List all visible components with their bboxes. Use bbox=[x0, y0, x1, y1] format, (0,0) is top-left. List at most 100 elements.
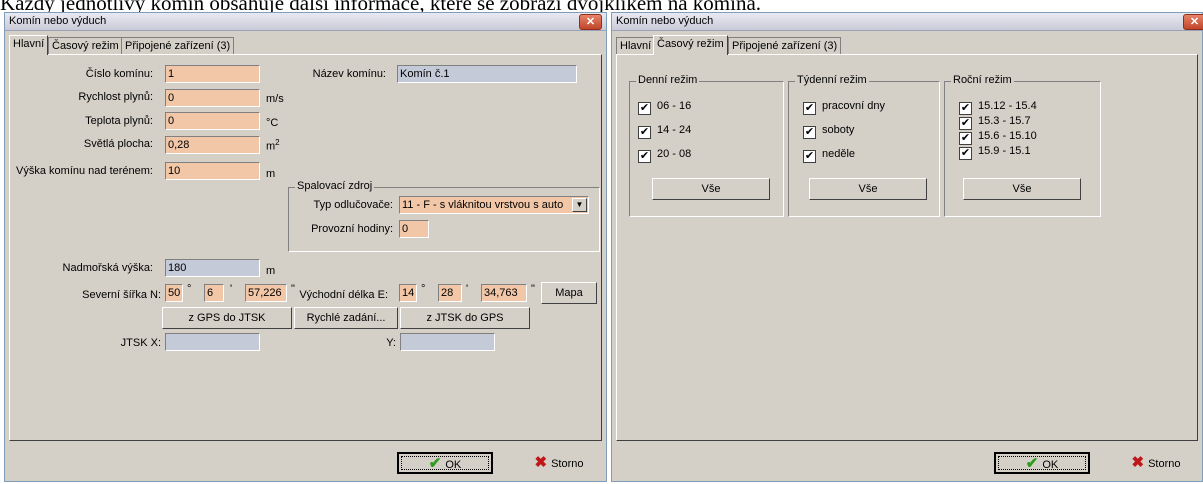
rocni-rezim-legend: Roční režim bbox=[951, 74, 1014, 86]
tydenni-vse-button[interactable]: Vše bbox=[809, 178, 927, 200]
vyska-kominu-input[interactable]: 10 bbox=[165, 162, 260, 180]
checkbox-checked-icon: ✔ bbox=[638, 102, 651, 115]
tydenni-checkbox-1[interactable]: ✔ pracovní dny bbox=[803, 100, 885, 115]
vychod-sec-input[interactable]: 34,763 bbox=[481, 284, 527, 302]
nazev-kominu-label: Název komínu: bbox=[312, 68, 386, 80]
vychod-min-input[interactable]: 28 bbox=[438, 284, 462, 302]
close-button[interactable]: ✕ bbox=[579, 14, 602, 30]
rychlost-plynu-input[interactable]: 0 bbox=[165, 89, 260, 107]
close-icon: ✕ bbox=[585, 16, 596, 28]
severni-sirka-label: Severní šířka N: bbox=[82, 289, 161, 301]
rocni-checkbox-1[interactable]: ✔ 15.12 - 15.4 bbox=[959, 100, 1037, 115]
denni-checkbox-3[interactable]: ✔ 20 - 08 bbox=[638, 148, 691, 163]
sec-symbol-2: " bbox=[531, 283, 535, 295]
tab-hlavni[interactable]: Hlavní bbox=[9, 35, 49, 55]
chevron-down-icon[interactable]: ▼ bbox=[572, 198, 587, 212]
jtsk-x-input[interactable] bbox=[165, 333, 260, 351]
nazev-kominu-input[interactable]: Komín č.1 bbox=[397, 65, 577, 83]
provozni-hodiny-input[interactable]: 0 bbox=[399, 220, 429, 238]
svetla-plocha-input[interactable]: 0,28 bbox=[165, 136, 260, 154]
rocni-rezim-group: Roční režim ✔ 15.12 - 15.4 ✔ 15.3 - 15.7 ✔… bbox=[944, 74, 1101, 217]
gps-to-jtsk-button[interactable]: z GPS do JTSK bbox=[162, 307, 292, 329]
sever-min-input[interactable]: 6 bbox=[204, 284, 224, 302]
denni-checkbox-2[interactable]: ✔ 14 - 24 bbox=[638, 124, 691, 139]
checkbox-checked-icon: ✔ bbox=[959, 132, 972, 145]
button-bar-2: ✔ OK ✖ Storno bbox=[612, 443, 1202, 481]
nadmorska-vyska-label: Nadmořská výška: bbox=[62, 262, 153, 274]
jtsk-y-label: Y: bbox=[386, 337, 396, 349]
rocni-checkbox-4[interactable]: ✔ 15.9 - 15.1 bbox=[959, 145, 1031, 160]
mapa-button[interactable]: Mapa bbox=[541, 282, 597, 304]
titlebar[interactable]: Komín nebo výduch ✕ bbox=[5, 13, 606, 31]
vyska-kominu-label: Výška komínu nad terénem: bbox=[16, 165, 153, 177]
tab-casovy-rezim[interactable]: Časový režim bbox=[48, 37, 123, 54]
storno-button[interactable]: ✖ Storno bbox=[517, 452, 601, 474]
jtsk-to-gps-button[interactable]: z JTSK do GPS bbox=[400, 307, 530, 329]
checkbox-checked-icon: ✔ bbox=[638, 126, 651, 139]
cislo-kominu-label: Číslo komínu: bbox=[85, 68, 153, 80]
teplota-unit: °C bbox=[266, 117, 279, 129]
vychod-deg-input[interactable]: 14 bbox=[399, 284, 417, 302]
tab-pripojene-zarizeni-2[interactable]: Připojené zařízení (3) bbox=[728, 37, 842, 54]
tab-hlavni-2[interactable]: Hlavní bbox=[616, 37, 656, 54]
vyska-unit: m bbox=[266, 168, 276, 180]
dialog-main-window: Komín nebo výduch ✕ Hlavní Časový režim … bbox=[4, 12, 607, 482]
checkbox-checked-icon: ✔ bbox=[959, 102, 972, 115]
checkbox-checked-icon: ✔ bbox=[638, 150, 651, 163]
ok-label: OK bbox=[445, 459, 462, 471]
tab-panel-casovy-rezim: Denní režim ✔ 06 - 16 ✔ 14 - 24 ✔ 20 - 08 V… bbox=[616, 54, 1198, 441]
tab-panel-hlavni: Číslo komínu: 1 Název komínu: Komín č.1 … bbox=[9, 54, 602, 441]
rocni-vse-button[interactable]: Vše bbox=[963, 178, 1081, 200]
rocni-checkbox-2[interactable]: ✔ 15.3 - 15.7 bbox=[959, 115, 1031, 130]
rychle-zadani-button[interactable]: Rychlé zadání... bbox=[294, 307, 398, 329]
tab-pripojene-zarizeni[interactable]: Připojené zařízení (3) bbox=[121, 37, 235, 54]
cross-icon: ✖ bbox=[534, 454, 548, 471]
typ-odlucovace-select[interactable]: 11 - F - s vláknitou vrstvou s auto ▼ bbox=[399, 196, 589, 214]
svetla-plocha-label: Světlá plocha: bbox=[83, 138, 153, 150]
cislo-kominu-input[interactable]: 1 bbox=[165, 65, 260, 83]
spalovaci-zdroj-legend: Spalovací zdroj bbox=[295, 180, 375, 192]
denni-vse-button[interactable]: Vše bbox=[652, 178, 770, 200]
tydenni-rezim-legend: Týdenní režim bbox=[795, 74, 869, 86]
storno-button-2[interactable]: ✖ Storno bbox=[1114, 452, 1198, 474]
tab-casovy-rezim-2[interactable]: Časový režim bbox=[653, 35, 728, 55]
ok-button[interactable]: ✔ OK bbox=[397, 452, 493, 474]
jtsk-x-label: JTSK X: bbox=[120, 337, 161, 349]
caption-text: Každý jednotlivý komín obsahuje další in… bbox=[0, 0, 762, 12]
denni-checkbox-1[interactable]: ✔ 06 - 16 bbox=[638, 100, 691, 115]
checkmark-icon: ✔ bbox=[428, 455, 442, 472]
sever-sec-input[interactable]: 57,226 bbox=[245, 284, 287, 302]
deg-symbol-2: ° bbox=[421, 283, 426, 295]
nadmorska-vyska-input[interactable]: 180 bbox=[165, 259, 260, 277]
sec-symbol: " bbox=[291, 283, 295, 295]
jtsk-y-input[interactable] bbox=[400, 333, 495, 351]
dialog-casovy-rezim-window: Komín nebo výduch ✕ Hlavní Časový režim … bbox=[611, 12, 1203, 482]
teplota-plynu-label: Teplota plynů: bbox=[85, 115, 153, 127]
checkbox-checked-icon: ✔ bbox=[803, 102, 816, 115]
checkbox-checked-icon: ✔ bbox=[959, 117, 972, 130]
titlebar-2[interactable]: Komín nebo výduch ✕ bbox=[612, 13, 1203, 31]
storno-label: Storno bbox=[551, 458, 584, 470]
tydenni-checkbox-2[interactable]: ✔ soboty bbox=[803, 124, 854, 139]
vychodni-delka-label: Východní délka E: bbox=[299, 289, 388, 301]
teplota-plynu-input[interactable]: 0 bbox=[165, 112, 260, 130]
button-bar: ✔ OK ✖ Storno bbox=[5, 443, 606, 481]
checkbox-checked-icon: ✔ bbox=[803, 126, 816, 139]
cross-icon: ✖ bbox=[1131, 454, 1145, 471]
deg-symbol: ° bbox=[187, 283, 192, 295]
ok-button-2[interactable]: ✔ OK bbox=[994, 452, 1090, 474]
min-symbol-2: ' bbox=[466, 283, 469, 295]
checkbox-checked-icon: ✔ bbox=[803, 150, 816, 163]
typ-odlucovace-label: Typ odlučovače: bbox=[313, 199, 394, 211]
typ-odlucovace-value: 11 - F - s vláknitou vrstvou s auto bbox=[402, 199, 564, 211]
rocni-checkbox-3[interactable]: ✔ 15.6 - 15.10 bbox=[959, 130, 1037, 145]
storno-label-2: Storno bbox=[1148, 458, 1181, 470]
checkbox-checked-icon: ✔ bbox=[959, 147, 972, 160]
close-button-2[interactable]: ✕ bbox=[1183, 14, 1203, 30]
svetla-plocha-unit: m2 bbox=[266, 138, 280, 153]
close-icon: ✕ bbox=[1189, 16, 1200, 28]
sever-deg-input[interactable]: 50 bbox=[165, 284, 183, 302]
spalovaci-zdroj-group: Spalovací zdroj Typ odlučovače: 11 - F -… bbox=[288, 180, 600, 252]
min-symbol: ' bbox=[230, 283, 233, 295]
tydenni-checkbox-3[interactable]: ✔ neděle bbox=[803, 148, 855, 163]
